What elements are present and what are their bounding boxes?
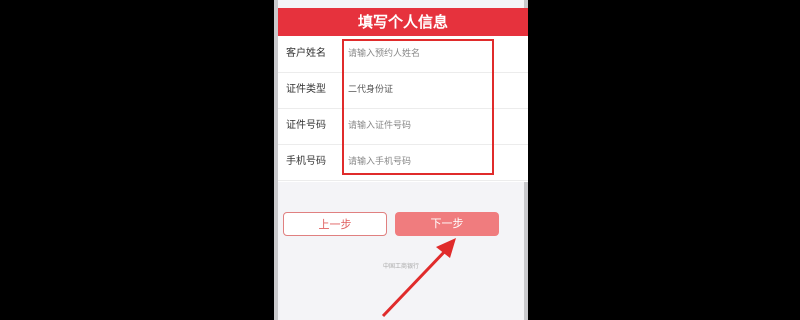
pointer-arrow-icon xyxy=(381,238,456,318)
